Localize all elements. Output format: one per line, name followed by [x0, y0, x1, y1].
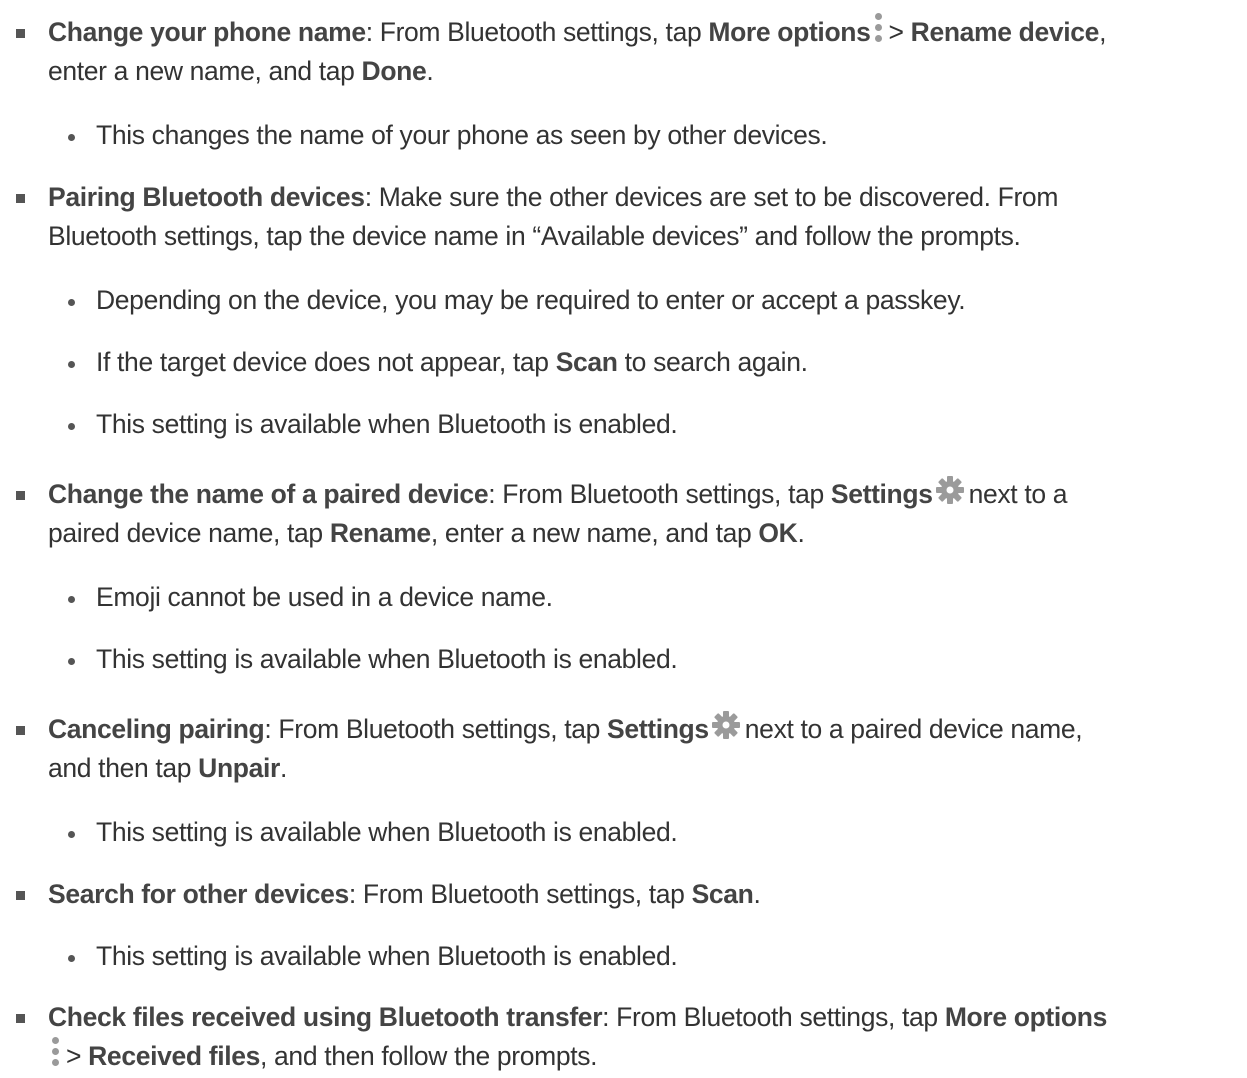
text-run: >: [66, 1041, 89, 1071]
dot-bullet: [68, 134, 75, 141]
list-item-text: > Received files, and then follow the pr…: [48, 1037, 598, 1076]
bold-term: Rename: [329, 518, 431, 548]
sub-list-item-text: Emoji cannot be used in a device name.: [96, 578, 553, 617]
text-run: Depending on the device, you may be requ…: [96, 285, 966, 315]
text-run: : From Bluetooth settings, tap: [348, 879, 692, 909]
text-run: This setting is available when Bluetooth…: [96, 941, 678, 971]
dot-bullet: [68, 955, 75, 962]
square-bullet: [16, 491, 25, 500]
list-item-text: Check files received using Bluetooth tra…: [48, 998, 1107, 1037]
square-bullet: [16, 194, 25, 203]
square-bullet: [16, 726, 25, 735]
text-run: .: [797, 518, 805, 548]
sub-list-item-text: This setting is available when Bluetooth…: [96, 640, 678, 679]
text-run: and then tap: [48, 753, 199, 783]
bold-term: Pairing Bluetooth devices: [48, 182, 365, 212]
list-item-text: Canceling pairing: From Bluetooth settin…: [48, 710, 1083, 749]
text-run: , and then follow the prompts.: [260, 1041, 598, 1071]
text-run: next to a: [968, 479, 1068, 509]
settings-gear-icon: [711, 710, 741, 740]
bold-term: Rename device: [910, 17, 1100, 47]
square-bullet: [16, 891, 25, 900]
text-run: .: [426, 56, 434, 86]
text-run: : From Bluetooth settings, tap: [365, 17, 709, 47]
bold-term: Settings: [607, 714, 709, 744]
text-run: This changes the name of your phone as s…: [96, 120, 828, 150]
list-item-text: Bluetooth settings, tap the device name …: [48, 217, 1021, 256]
bold-term: More options: [944, 1002, 1108, 1032]
more-options-icon: [51, 1037, 60, 1069]
text-run: : From Bluetooth settings, tap: [602, 1002, 945, 1032]
text-run: .: [280, 753, 288, 783]
text-run: Emoji cannot be used in a device name.: [96, 582, 553, 612]
bold-term: Change your phone name: [48, 17, 366, 47]
bold-term: OK: [758, 518, 798, 548]
sub-list-item-text: This changes the name of your phone as s…: [96, 116, 828, 155]
text-run: : Make sure the other devices are set to…: [364, 182, 1059, 212]
text-run: Bluetooth settings, tap the device name …: [48, 221, 1021, 251]
help-document: Change your phone name: From Bluetooth s…: [0, 0, 1247, 1078]
bold-term: Done: [361, 56, 427, 86]
dot-bullet: [68, 596, 75, 603]
text-run: This setting is available when Bluetooth…: [96, 817, 678, 847]
text-run: ,: [1099, 17, 1107, 47]
sub-list-item-text: This setting is available when Bluetooth…: [96, 813, 678, 852]
bold-term: Search for other devices: [48, 879, 349, 909]
bold-term: Change the name of a paired device: [48, 479, 489, 509]
more-options-icon: [874, 13, 883, 45]
text-run: : From Bluetooth settings, tap: [488, 479, 831, 509]
bold-term: More options: [708, 17, 871, 47]
list-item-text: Change your phone name: From Bluetooth s…: [48, 13, 1106, 52]
text-run: enter a new name, and tap: [48, 56, 362, 86]
text-run: >: [888, 17, 911, 47]
sub-list-item-text: This setting is available when Bluetooth…: [96, 405, 678, 444]
bold-term: Canceling pairing: [48, 714, 265, 744]
text-run: paired device name, tap: [48, 518, 330, 548]
text-run: next to a paired device name,: [744, 714, 1083, 744]
sub-list-item-text: Depending on the device, you may be requ…: [96, 281, 966, 320]
bold-term: Received files: [88, 1041, 261, 1071]
settings-gear-icon: [935, 475, 965, 505]
list-item-text: Search for other devices: From Bluetooth…: [48, 875, 761, 914]
list-item-text: enter a new name, and tap Done.: [48, 52, 434, 91]
bold-term: Scan: [555, 347, 618, 377]
square-bullet: [16, 29, 25, 38]
square-bullet: [16, 1014, 25, 1023]
list-item-text: and then tap Unpair.: [48, 749, 287, 788]
bold-term: Unpair: [198, 753, 280, 783]
list-item-text: paired device name, tap Rename, enter a …: [48, 514, 805, 553]
text-run: : From Bluetooth settings, tap: [264, 714, 608, 744]
dot-bullet: [68, 423, 75, 430]
list-item-text: Change the name of a paired device: From…: [48, 475, 1067, 514]
text-run: to search again.: [617, 347, 808, 377]
text-run: This setting is available when Bluetooth…: [96, 409, 678, 439]
bold-term: Settings: [830, 479, 933, 509]
list-item-text: Pairing Bluetooth devices: Make sure the…: [48, 178, 1058, 217]
sub-list-item-text: If the target device does not appear, ta…: [96, 343, 808, 382]
dot-bullet: [68, 831, 75, 838]
dot-bullet: [68, 361, 75, 368]
sub-list-item-text: This setting is available when Bluetooth…: [96, 937, 678, 976]
text-run: This setting is available when Bluetooth…: [96, 644, 678, 674]
text-run: , enter a new name, and tap: [430, 518, 759, 548]
dot-bullet: [68, 658, 75, 665]
dot-bullet: [68, 299, 75, 306]
bold-term: Check files received using Bluetooth tra…: [48, 1002, 603, 1032]
bold-term: Scan: [691, 879, 754, 909]
text-run: .: [753, 879, 761, 909]
text-run: If the target device does not appear, ta…: [96, 347, 556, 377]
